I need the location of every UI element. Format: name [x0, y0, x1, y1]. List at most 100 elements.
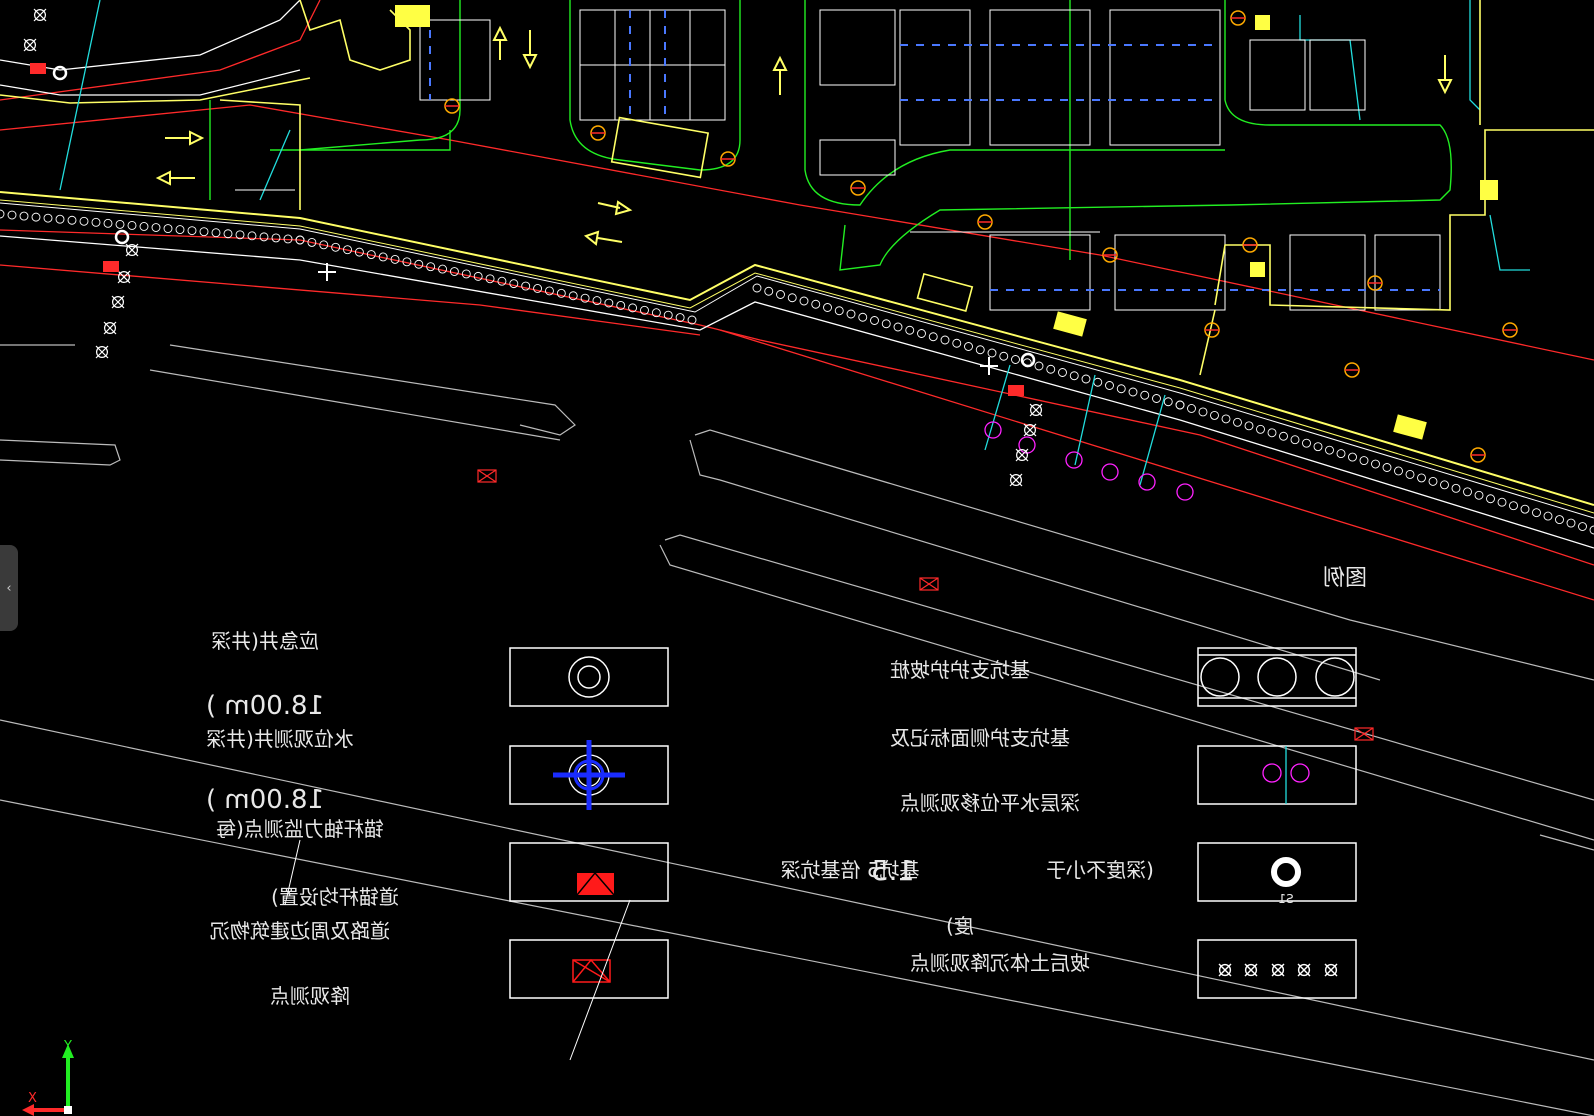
pile-bead [0, 209, 5, 219]
symbol-side-mark [1262, 746, 1310, 804]
pile-bead [1046, 364, 1056, 374]
label-emergency-well-depth: 18.00m ) [206, 691, 324, 721]
pile-bead [1128, 387, 1138, 397]
pile-bead [211, 228, 221, 238]
pile-bead [461, 269, 471, 279]
pile-bead [485, 274, 495, 284]
pile-bead [1589, 525, 1594, 535]
pile-bead [1578, 522, 1587, 531]
ucs-x-label: X [28, 1091, 37, 1106]
pile-bead [545, 286, 554, 296]
label-anchor-force-sub: 道锚杆均设置) [271, 885, 399, 909]
pile-bead [55, 214, 65, 224]
cad-drawing[interactable]: 图例 S1 应急井(井深 18.00m) 水位观测井(井深 18.00m) … [0, 0, 1594, 1116]
pile-bead [259, 232, 269, 242]
ucs-y-label: Y [63, 1040, 72, 1054]
pile-bead [1302, 438, 1311, 448]
cad-viewport[interactable]: 图例 S1 应急井(井深 18.00m) 水位观测井(井深 18.00m) … [0, 0, 1594, 1116]
chevron-left-icon: ‹ [6, 580, 12, 596]
symbol-water-well [553, 740, 625, 810]
pile-bead [1233, 417, 1242, 427]
pile-bead [1175, 400, 1185, 410]
pile-bead [1313, 442, 1323, 452]
label-settlement: 道路及周边建筑物沉 [210, 919, 390, 943]
pile-bead [1532, 508, 1541, 518]
pile-bead [199, 227, 209, 237]
pile-bead [521, 281, 531, 291]
pile-bead [1497, 497, 1507, 507]
pile-bead [1382, 463, 1392, 472]
legend-box-side-mark [1197, 745, 1357, 805]
yellow-structures [219, 0, 1594, 376]
pile-bead [1520, 504, 1530, 514]
pile-bead [893, 322, 903, 332]
pile-bead [975, 345, 985, 355]
pile-bead [1011, 355, 1020, 364]
pile-bead [1486, 494, 1495, 504]
pile-bead [1221, 414, 1231, 424]
pile-bead [776, 290, 785, 299]
symbol-settlement [572, 958, 611, 983]
pile-bead [449, 267, 459, 276]
symbol-anchor-force [576, 871, 615, 896]
pile-bead [1405, 469, 1415, 479]
pile-bead [1093, 377, 1103, 387]
pile-bead [31, 212, 41, 222]
pile-bead [1105, 381, 1114, 390]
pile-bead [834, 306, 844, 316]
magenta-point [1101, 463, 1119, 481]
label-soil-settlement: 坡后土体沉降观测点 [910, 951, 1090, 975]
label-settlement-sub: 降观测点 [270, 984, 350, 1008]
ucs-axis-icon: Y X [22, 1040, 74, 1116]
pile-bead [1474, 490, 1484, 500]
pile-bead [870, 316, 879, 325]
pile-bead [1566, 518, 1576, 528]
pile-bead [964, 342, 973, 351]
pile-bead [952, 338, 962, 348]
label-inclinometer: 深层水平位移观测点 [900, 791, 1080, 815]
pile-bead [43, 213, 53, 223]
pile-bead [67, 215, 77, 225]
pile-bead [91, 217, 101, 227]
label-side-mark: 基坑支护侧面标记及 [890, 726, 1070, 750]
pile-bead [905, 325, 915, 335]
pile-bead [1290, 435, 1300, 445]
pile-bead [533, 284, 543, 293]
pile-bead [1359, 456, 1369, 466]
pile-bead [987, 348, 997, 358]
pile-bead [1451, 483, 1461, 493]
equipment-boxes [395, 5, 1498, 440]
red-boundary-lines [0, 0, 1594, 601]
pile-bead [846, 309, 856, 319]
pile-bead [1244, 421, 1254, 431]
pile-bead [1187, 404, 1196, 413]
collapse-panel-tab[interactable]: ‹ [0, 545, 18, 631]
pile-bead [881, 319, 891, 329]
pile-bead [271, 233, 281, 243]
pile-bead [940, 335, 950, 345]
pile-bead [1069, 371, 1079, 381]
pile-bead [1325, 445, 1334, 455]
pile-bead [1267, 428, 1277, 438]
pile-bead [999, 351, 1009, 361]
pile-bead [1210, 410, 1219, 420]
pile-bead [7, 210, 17, 220]
label-anchor-force: 锚杆轴力监测点(每 [216, 817, 384, 841]
pile-bead [223, 229, 233, 239]
label-piles: 基坑支护护坡桩 [890, 658, 1030, 682]
legend-right-labels: 基坑支护护坡桩 基坑支护侧面标记及 深层水平位移观测点 基坑5 倍基坑深 (深度… [780, 658, 1153, 975]
pile-bead [1440, 480, 1449, 490]
symbol-inclinometer: S1 [1271, 857, 1301, 906]
pile-bead [175, 225, 185, 235]
label-scale-factor: 1.5 [871, 854, 916, 887]
pile-bead [1163, 397, 1173, 407]
pile-bead [509, 279, 519, 289]
label-degree: 度) [946, 914, 974, 938]
column-markers [444, 10, 1518, 463]
pile-bead [187, 226, 197, 236]
pile-bead [1417, 473, 1426, 483]
pile-bead [1348, 452, 1357, 462]
pile-bead [1509, 501, 1518, 511]
pile-bead [19, 211, 29, 221]
pile-bead [151, 223, 161, 232]
